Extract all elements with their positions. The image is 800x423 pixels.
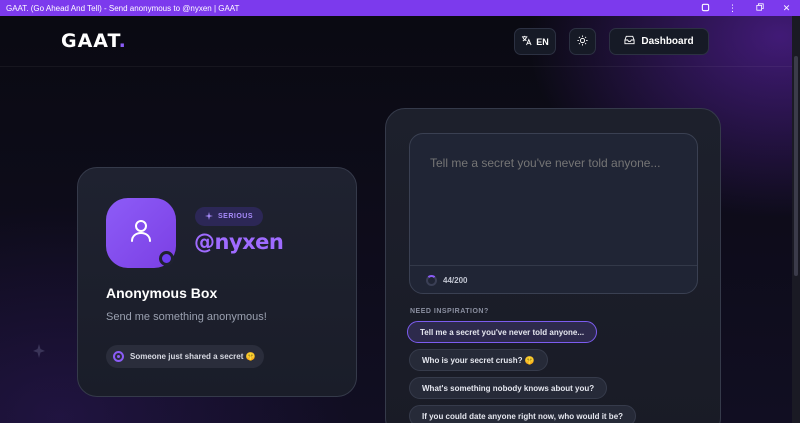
translate-icon <box>521 35 532 48</box>
box-title: Anonymous Box <box>106 285 218 301</box>
scrollbar[interactable] <box>792 16 800 423</box>
dashboard-button[interactable]: Dashboard <box>609 28 709 55</box>
badge-label: SERIOUS <box>218 213 254 220</box>
progress-ring-icon <box>426 274 437 286</box>
profile-card: SERIOUS @nyxen Anonymous Box Send me som… <box>77 167 357 397</box>
suggestion-chip[interactable]: Who is your secret crush? 🤫 <box>409 349 548 371</box>
window-title: GAAT. (Go Ahead And Tell) - Send anonymo… <box>6 3 240 13</box>
sparkle-icon <box>205 211 213 222</box>
logo-dot: . <box>118 30 127 52</box>
inbox-icon <box>624 35 635 48</box>
activity-ring-icon <box>113 351 124 362</box>
inspiration-label: NEED INSPIRATION? <box>410 308 489 315</box>
suggestion-chip[interactable]: Tell me a secret you've never told anyon… <box>407 321 598 343</box>
message-footer: 44/200 <box>410 265 697 294</box>
box-subtitle: Send me something anonymous! <box>106 311 267 323</box>
user-icon <box>126 216 156 251</box>
navbar: GAAT. EN Dashboard <box>0 16 800 67</box>
character-counter: 44/200 <box>443 275 468 285</box>
online-status-dot <box>159 251 174 266</box>
more-icon[interactable]: ⋮ <box>719 3 746 14</box>
scrollbar-thumb[interactable] <box>794 56 798 276</box>
extension-icon[interactable] <box>692 3 719 14</box>
sun-icon <box>577 35 588 48</box>
language-button[interactable]: EN <box>514 28 556 55</box>
username: @nyxen <box>194 230 284 254</box>
mode-badge: SERIOUS <box>195 207 264 226</box>
message-input[interactable] <box>430 156 680 170</box>
activity-indicator: Someone just shared a secret 🤫 <box>106 345 264 368</box>
message-card: 44/200 NEED INSPIRATION? Tell me a secre… <box>385 108 721 423</box>
activity-text: Someone just shared a secret 🤫 <box>130 352 256 361</box>
close-icon[interactable]: ✕ <box>773 3 800 14</box>
message-box: 44/200 <box>409 133 698 294</box>
suggestion-chip[interactable]: What's something nobody knows about you? <box>409 377 608 399</box>
language-label: EN <box>536 36 549 47</box>
dashboard-label: Dashboard <box>641 36 694 47</box>
suggestion-chip[interactable]: If you could date anyone right now, who … <box>409 405 637 423</box>
page: GAAT. EN Dashboard SERIOUS @nyxen Anonym… <box>0 16 800 423</box>
theme-toggle-button[interactable] <box>569 28 596 55</box>
logo-text: GAAT <box>61 30 119 52</box>
browser-titlebar: GAAT. (Go Ahead And Tell) - Send anonymo… <box>0 0 800 16</box>
restore-icon[interactable] <box>746 3 773 13</box>
logo[interactable]: GAAT. <box>61 30 127 52</box>
sparkle-icon <box>30 342 48 365</box>
